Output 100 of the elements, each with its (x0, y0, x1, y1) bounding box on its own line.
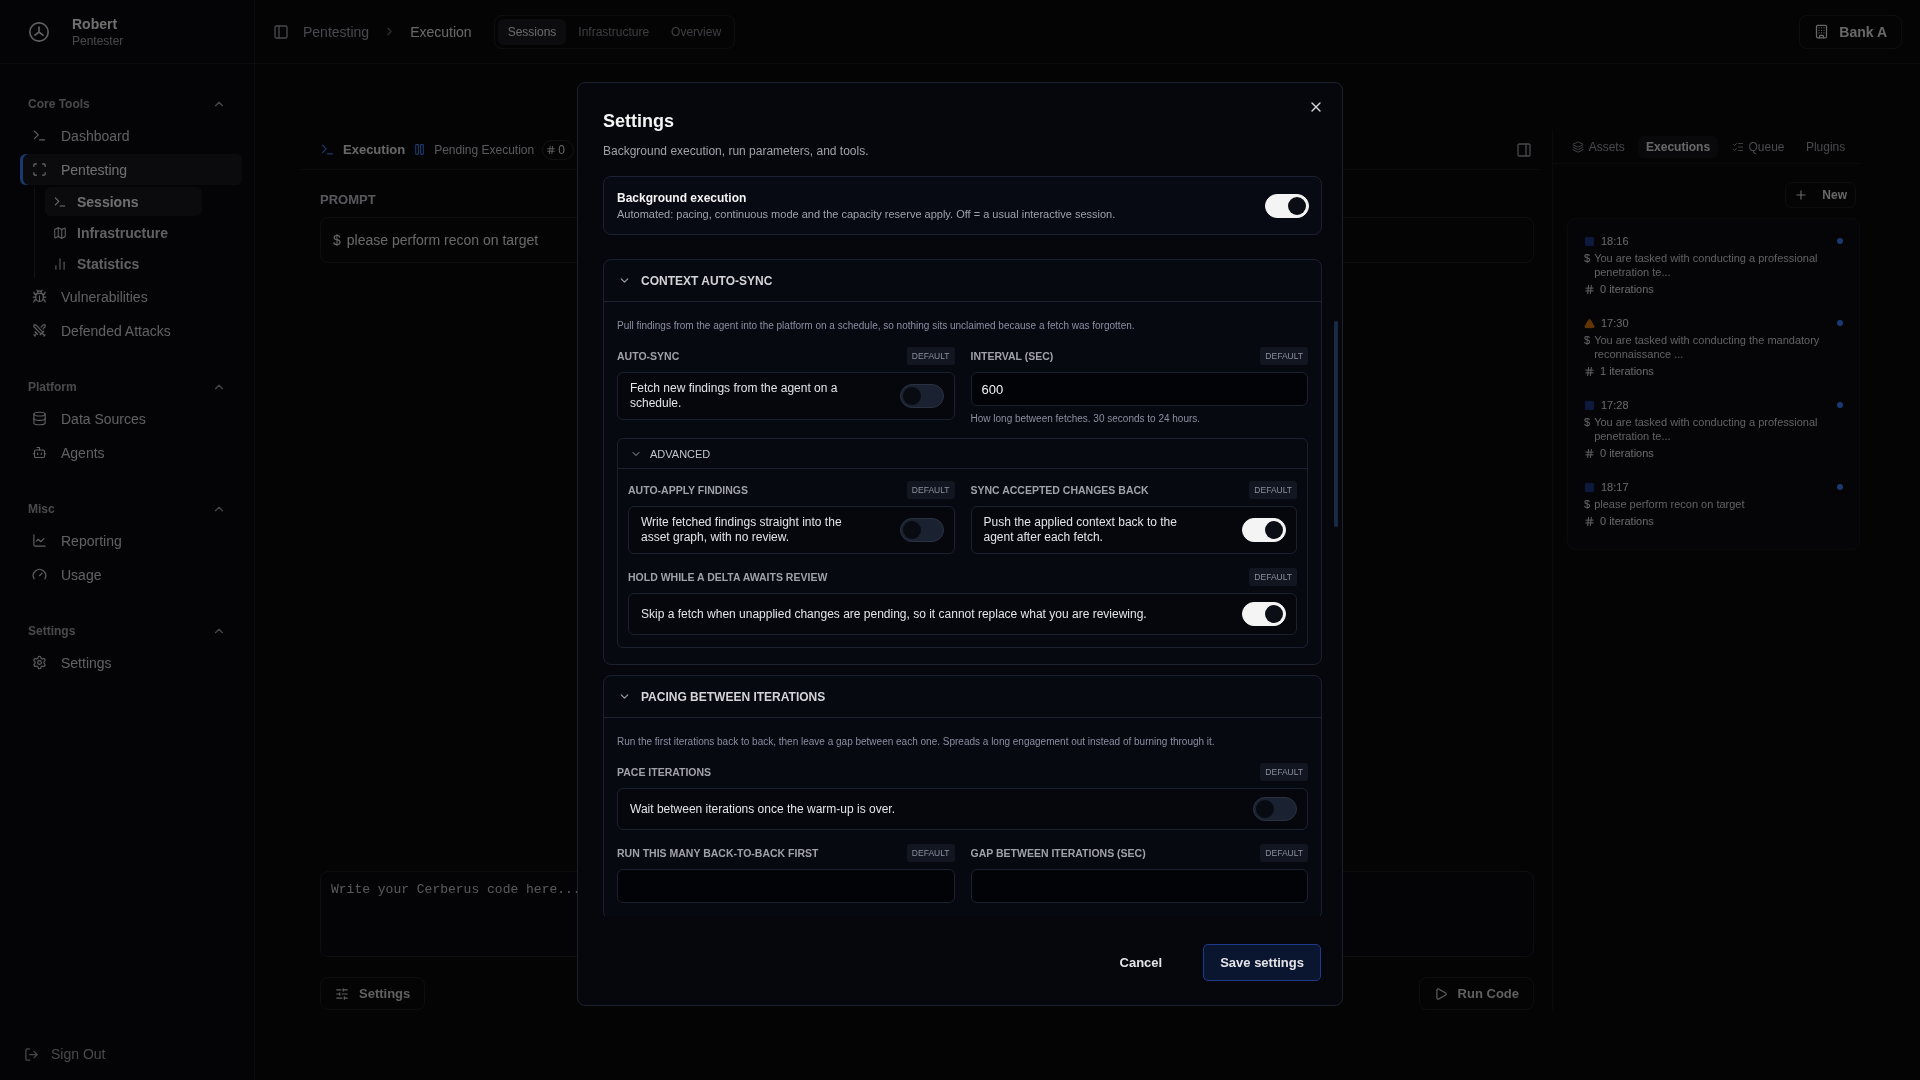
dollar-sign: $ (1584, 497, 1591, 511)
number-input[interactable] (970, 869, 1308, 903)
iteration-count: 0 iterations (1600, 283, 1654, 295)
execution-item[interactable]: 17:30 $ You are tasked with conducting the mandatory reconnaissance ... 1 iterations (1568, 309, 1859, 391)
workspace-button[interactable]: Bank A (1799, 14, 1902, 49)
nav-item[interactable]: Data Sources (20, 403, 242, 434)
swords-icon (32, 323, 47, 338)
avatar-icon (28, 20, 50, 43)
panel-tab[interactable]: Queue (1723, 135, 1793, 158)
default-badge: DEFAULT (1260, 347, 1308, 365)
nav-subitem[interactable]: Sessions (45, 187, 202, 216)
database-icon (32, 411, 47, 426)
hash-icon (546, 144, 557, 155)
gauge-icon (32, 567, 47, 582)
view-tab[interactable]: Sessions (497, 18, 567, 45)
status-dot-icon (1837, 320, 1843, 326)
toggle-description: Push the applied context back to the agent after each fetch. (983, 515, 1178, 545)
toggle-description: Fetch new findings from the agent on a schedule. (630, 381, 839, 411)
user-role: Pentester (72, 33, 124, 48)
execution-prompt: You are tasked with conducting the mandatory reconnaissance ... (1594, 333, 1821, 361)
iteration-count: 0 iterations (1600, 447, 1654, 459)
nav-item[interactable]: Settings (20, 647, 242, 678)
toggle-switch[interactable] (899, 518, 944, 542)
dialog-title: Settings (603, 111, 674, 132)
toggle-switch[interactable] (1253, 797, 1297, 821)
number-input[interactable] (617, 869, 955, 903)
sidebar-toggle-icon[interactable] (273, 23, 289, 40)
view-tab[interactable]: Overview (661, 18, 732, 45)
execution-time: 18:17 (1601, 481, 1629, 493)
execution-item[interactable]: 18:17 $ please perform recon on target 0 iterations (1568, 473, 1859, 541)
warning-icon (1584, 317, 1595, 329)
breadcrumb-link[interactable]: Execution (410, 23, 472, 40)
nav-item[interactable]: Reporting (20, 525, 242, 556)
pause-icon (413, 143, 427, 156)
execution-time: 17:30 (1601, 317, 1629, 329)
default-badge: DEFAULT (906, 844, 955, 862)
nav-item[interactable]: Dashboard (20, 120, 242, 151)
nav-item[interactable]: Pentesting (20, 154, 242, 185)
section-title: CONTEXT AUTO-SYNC (641, 273, 773, 288)
section-description: Pull findings from the agent into the platform on a schedule, so nothing sits unclaimed because a fetch was forgotten. (617, 320, 1136, 331)
panel-tab[interactable]: Executions (1638, 135, 1719, 158)
logout-icon (24, 1046, 39, 1062)
section-title: Platform (28, 380, 77, 394)
nav-item[interactable]: Defended Attacks (20, 315, 242, 346)
execution-item[interactable]: 18:16 $ You are tasked with conducting a professional penetration te... 0 iterations (1568, 227, 1859, 309)
new-button[interactable]: New (1785, 182, 1856, 208)
toggle-switch[interactable] (899, 384, 944, 408)
panel-tab[interactable]: Plugins (1797, 135, 1854, 158)
group-title: ADVANCED (650, 447, 711, 460)
map-icon (53, 225, 67, 240)
number-input[interactable]: 600 (970, 372, 1308, 406)
execution-time: 17:28 (1601, 399, 1629, 411)
default-badge: DEFAULT (1260, 763, 1308, 781)
nav-item[interactable]: Vulnerabilities (20, 281, 242, 312)
user-name: Robert (72, 15, 119, 32)
terminal-icon (32, 128, 47, 143)
status-dot-icon (1837, 238, 1843, 244)
square-icon (1584, 481, 1595, 493)
help-text: How long between fetches. 30 seconds to 24 hours. (970, 413, 1202, 424)
square-icon (1584, 235, 1595, 247)
toggle-description: Skip a fetch when unapplied changes are pending, so it cannot replace what you are reviewing. (641, 606, 1148, 622)
dollar-sign: $ (1584, 333, 1591, 348)
iteration-count: 1 iterations (1600, 365, 1654, 377)
scrollbar[interactable] (1334, 321, 1338, 527)
nav-item[interactable]: Usage (20, 559, 242, 590)
field-label: GAP BETWEEN ITERATIONS (SEC) (970, 847, 1146, 859)
setting-description: Automated: pacing, continuous mode and the capacity reserve apply. Off = a usual interactive session. (617, 208, 1117, 220)
field-label: AUTO-SYNC (617, 350, 680, 362)
execution-prompt: You are tasked with conducting a professional penetration te... (1594, 251, 1819, 279)
terminal-icon (53, 194, 67, 209)
field-label: AUTO-APPLY FINDINGS (628, 484, 748, 496)
dollar-sign: $ (1584, 251, 1591, 266)
execution-prompt: You are tasked with conducting a professional penetration te... (1594, 415, 1819, 443)
robot-icon (32, 445, 47, 460)
cancel-button[interactable]: Cancel (1102, 944, 1180, 981)
save-button[interactable]: Save settings (1203, 944, 1321, 981)
dollar-sign: $ (1584, 415, 1591, 430)
view-tab[interactable]: Infrastructure (568, 18, 660, 45)
toggle-description: Write fetched findings straight into the asset graph, with no review. (641, 515, 843, 545)
nav-subitem[interactable]: Statistics (45, 249, 202, 278)
execution-item[interactable]: 17:28 $ You are tasked with conducting a professional penetration te... 0 iterations (1568, 391, 1859, 473)
run-code-button[interactable]: Run Code (1418, 977, 1534, 1010)
breadcrumb-link[interactable]: Pentesting (303, 23, 370, 40)
execution-prompt: please perform recon on target (1594, 497, 1745, 511)
section-title: Misc (28, 502, 55, 516)
nav-subitem[interactable]: Infrastructure (45, 218, 202, 247)
panel-toggle-icon[interactable] (1516, 141, 1532, 158)
default-badge: DEFAULT (906, 481, 955, 499)
panel-tab[interactable]: Assets (1563, 135, 1633, 158)
settings-button[interactable]: Settings (320, 977, 426, 1010)
line-chart-icon (32, 533, 47, 548)
panel-title: Execution (343, 142, 406, 157)
nav-item[interactable]: Agents (20, 437, 242, 468)
bug-icon (32, 289, 47, 304)
sign-out-link[interactable]: Sign Out (24, 1046, 254, 1062)
toggle-description: Wait between iterations once the warm-up is over. (630, 801, 896, 817)
status-dot-icon (1837, 484, 1843, 490)
plus-icon (1794, 188, 1809, 202)
section-description: Run the first iterations back to back, then leave a gap between each one. Spreads a long engagement out instead of burning through it. (617, 736, 1216, 747)
play-icon (1433, 986, 1448, 1001)
